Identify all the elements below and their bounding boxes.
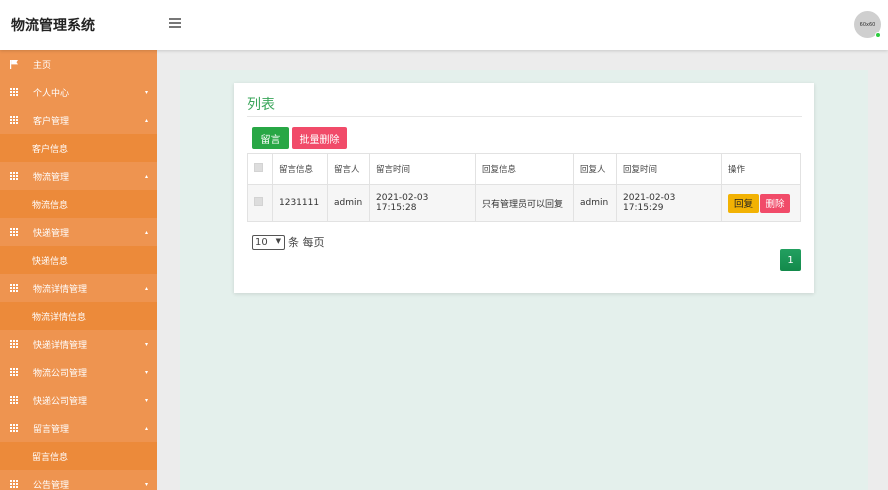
sidebar-item[interactable]: 物流详情管理 ▴ [0,274,157,302]
card-title: 列表 [247,97,275,113]
cell-replier: admin [573,184,617,222]
grid-icon [10,88,18,96]
chevron-up-icon: ▴ [144,425,148,432]
page-size-control: 10 ▼ 条 每页 [252,234,325,250]
chevron-up-icon: ▴ [144,229,148,236]
sidebar-item-label: 客户信息 [32,144,69,155]
grid-icon [10,228,18,236]
col-replier: 回复人 [573,153,617,185]
bulk-delete-button[interactable]: 批量删除 [292,127,347,149]
sidebar-item[interactable]: 快递详情管理 ▾ [0,330,157,358]
row-checkbox[interactable] [254,197,263,206]
title-divider [247,116,802,117]
grid-icon [10,284,18,292]
col-actions: 操作 [721,153,801,185]
grid-icon [10,424,18,432]
sidebar-item[interactable]: 留言管理 ▴ [0,414,157,442]
select-all-cell [247,153,273,185]
sidebar-item[interactable]: 快递公司管理 ▾ [0,386,157,414]
sidebar-item-label: 物流公司管理 [33,368,88,379]
online-status-dot [875,32,881,38]
grid-icon [10,172,18,180]
page-size-value: 10 [255,236,268,248]
cell-author: admin [327,184,370,222]
sidebar-item[interactable]: 物流详情信息 [0,302,157,330]
table-row: 1231111 admin 2021-02-03 17:15:28 只有管理员可… [247,184,801,222]
sidebar-item-label: 客户管理 [33,116,70,127]
chevron-down-icon: ▾ [144,397,148,404]
list-card: 列表 留言 批量删除 留言信息 留言人 留言时间 回复信息 回复人 回复时间 操… [234,83,814,293]
grid-icon [10,116,18,124]
chevron-down-icon: ▾ [144,369,148,376]
cell-actions: 回复 删除 [721,184,801,222]
sidebar-item-label: 快递信息 [32,256,69,267]
sidebar-item-label: 留言信息 [32,452,69,463]
sidebar-item-label: 公告管理 [33,480,70,490]
col-author: 留言人 [327,153,370,185]
col-reply-time: 回复时间 [616,153,722,185]
chevron-up-icon: ▴ [144,117,148,124]
sidebar-item[interactable]: 客户管理 ▴ [0,106,157,134]
grid-icon [10,368,18,376]
col-time: 留言时间 [369,153,476,185]
chevron-down-icon: ▾ [144,341,148,348]
top-bar: 物流管理系统 60x60 [0,0,888,50]
sidebar-item-label: 物流详情信息 [32,312,87,323]
sidebar-item[interactable]: 客户信息 [0,134,157,162]
app-title: 物流管理系统 [11,18,95,34]
sidebar-item[interactable]: 物流管理 ▴ [0,162,157,190]
sidebar: 主页个人中心 ▾ 客户管理 ▴ 客户信息物流管理 ▴ 物流信息快递管理 ▴ 快递信息物流详情管理… [0,50,157,490]
col-reply: 回复信息 [475,153,574,185]
delete-button[interactable]: 删除 [760,193,790,213]
grid-icon [10,396,18,404]
chevron-down-icon: ▼ [275,236,281,245]
cell-reply: 只有管理员可以回复 [475,184,574,222]
chevron-up-icon: ▴ [144,173,148,180]
sidebar-item[interactable]: 快递管理 ▴ [0,218,157,246]
flag-icon [10,60,18,69]
sidebar-item-label: 物流管理 [33,172,70,183]
chevron-down-icon: ▾ [144,481,148,488]
cell-reply-time: 2021-02-03 17:15:29 [616,184,722,222]
grid-icon [10,340,18,348]
sidebar-item[interactable]: 个人中心 ▾ [0,78,157,106]
sidebar-item-label: 快递管理 [33,228,70,239]
sidebar-item[interactable]: 快递信息 [0,246,157,274]
add-message-button[interactable]: 留言 [252,127,289,149]
select-all-checkbox[interactable] [254,163,263,172]
page-1-button[interactable]: 1 [780,249,801,271]
row-select-cell [247,184,273,222]
sidebar-item-label: 物流信息 [32,200,69,211]
message-table: 留言信息 留言人 留言时间 回复信息 回复人 回复时间 操作 1231111 a… [247,153,801,222]
sidebar-item[interactable]: 公告管理 ▾ [0,470,157,490]
page-size-select[interactable]: 10 ▼ [252,234,285,250]
chevron-down-icon: ▾ [144,89,148,96]
table-header-row: 留言信息 留言人 留言时间 回复信息 回复人 回复时间 操作 [247,153,801,185]
sidebar-item[interactable]: 主页 [0,50,157,78]
menu-toggle-icon[interactable] [169,18,181,28]
cell-message: 1231111 [272,184,328,222]
cell-time: 2021-02-03 17:15:28 [369,184,476,222]
sidebar-item-label: 快递公司管理 [33,396,88,407]
sidebar-item[interactable]: 留言信息 [0,442,157,470]
col-message: 留言信息 [272,153,328,185]
sidebar-item[interactable]: 物流信息 [0,190,157,218]
sidebar-item-label: 主页 [33,60,52,71]
grid-icon [10,480,18,488]
sidebar-item-label: 快递详情管理 [33,340,88,351]
sidebar-item-label: 留言管理 [33,424,70,435]
chevron-up-icon: ▴ [144,285,148,292]
reply-button[interactable]: 回复 [728,193,759,213]
sidebar-item[interactable]: 物流公司管理 ▾ [0,358,157,386]
page-size-suffix: 条 每页 [288,236,325,249]
sidebar-item-label: 个人中心 [33,88,70,99]
sidebar-item-label: 物流详情管理 [33,284,88,295]
